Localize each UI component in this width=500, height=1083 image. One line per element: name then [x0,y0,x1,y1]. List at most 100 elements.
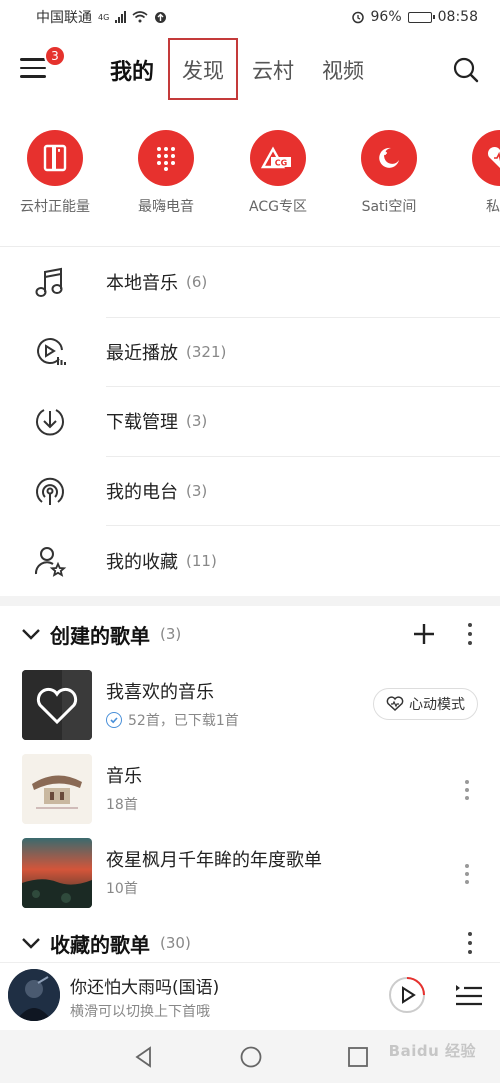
battery-percent: 96% [370,9,402,25]
playlist-row[interactable]: 音乐 18首 [0,754,500,826]
vpn-icon [155,11,167,23]
heart-mode-button[interactable]: 心动模式 [373,688,478,720]
tab-mine[interactable]: 我的 [96,34,168,106]
playlist-cover [22,670,92,740]
category-item[interactable]: 云村正能量 [5,130,105,216]
tab-cloud-village[interactable]: 云村 [238,34,308,106]
more-icon[interactable] [466,623,474,645]
play-icon[interactable] [388,976,426,1014]
category-item[interactable]: 私藏 [450,130,500,216]
top-header: 3 我的 发现 云村 视频 [0,34,500,106]
heart-mode-label: 心动模式 [409,697,465,713]
playlist-sub-text: 52首，已下载1首 [128,713,239,729]
my-item-label: 我的收藏 [106,551,178,573]
category-item[interactable]: 最嗨电音 [116,130,216,216]
album-art-icon [22,838,92,908]
moon-icon [361,130,417,186]
chevron-down-icon[interactable] [20,932,42,954]
album-art-icon [22,754,92,824]
my-item-count: (3) [186,481,208,500]
signal-icon [115,11,127,23]
my-item-label: 下载管理 [106,412,178,434]
radio-icon [36,478,64,506]
category-item[interactable]: CG ACG专区 [228,130,328,216]
playlist-sub-text: 18首 [106,797,138,813]
recents-icon[interactable] [346,1045,370,1069]
my-item-downloads[interactable]: 下载管理 (3) [0,387,500,457]
category-label: 最嗨电音 [138,199,194,215]
my-item-label: 我的电台 [106,481,178,503]
my-item-count: (11) [186,551,217,570]
more-icon[interactable] [464,864,470,884]
status-bar: 中国联通 4G 96% 08:58 [0,0,500,34]
album-art-icon [8,969,60,1021]
player-cover[interactable] [8,969,60,1021]
category-label: Sati空间 [361,199,417,215]
heart-wave-icon [472,130,500,186]
home-icon[interactable] [239,1045,263,1069]
my-item-label: 最近播放 [106,342,178,364]
my-list: 本地音乐 (6) 最近播放 (321) 下载管理 (3) 我的电台 (3) 我的收藏 (1… [0,248,500,596]
mini-player[interactable]: 你还怕大雨吗(国语) 横滑可以切换上下首哦 [0,962,500,1030]
my-item-recent[interactable]: 最近播放 (321) [0,318,500,387]
section-count: (30) [160,934,191,952]
category-label: 云村正能量 [20,199,90,215]
divider [0,246,500,247]
playlist-sub: 18首 [106,794,138,814]
tab-discover[interactable]: 发现 [168,34,239,106]
chevron-down-icon[interactable] [20,623,42,645]
section-title: 收藏的歌单 [50,932,150,957]
more-icon[interactable] [464,780,470,800]
playlist-name: 我喜欢的音乐 [106,682,214,703]
my-item-favorites[interactable]: 我的收藏 (11) [0,526,500,596]
music-note-icon [35,267,63,297]
watermark: Baidu 经验 [388,1042,476,1060]
playlist-sub-text: 10首 [106,881,138,897]
my-item-radio[interactable]: 我的电台 (3) [0,457,500,526]
status-right: 96% 08:58 [351,9,478,25]
my-item-count: (3) [186,412,208,431]
my-item-count: (6) [186,273,208,292]
acg-icon: CG [250,130,306,186]
my-item-local-music[interactable]: 本地音乐 (6) [0,248,500,318]
dots-grid-icon [138,130,194,186]
heart-icon [22,670,92,740]
playlist-name: 音乐 [106,766,142,787]
category-label: 私藏 [486,199,500,215]
download-icon [36,408,64,436]
section-title: 创建的歌单 [50,623,150,648]
category-row: 云村正能量 最嗨电音 CG ACG专区 Sati空间 私藏 [0,130,500,230]
playlist-cover [22,754,92,824]
playlist-cover [22,838,92,908]
top-tabs: 我的 发现 云村 视频 [96,34,378,106]
player-subtitle: 横滑可以切换上下首哦 [70,1004,210,1020]
menu-icon[interactable] [20,58,46,80]
clock: 08:58 [437,9,478,25]
heart-pulse-icon [386,696,404,712]
section-gap [0,596,500,606]
my-item-label: 本地音乐 [106,273,178,295]
playlist-queue-icon[interactable] [454,981,484,1009]
category-label: ACG专区 [249,199,307,215]
battery-icon [407,11,435,23]
playlist-row[interactable]: 我喜欢的音乐 52首，已下载1首 心动模式 [0,670,500,742]
section-count: (3) [160,625,182,643]
playlist-name: 夜星枫月千年眸的年度歌单 [106,850,322,871]
svg-text:CG: CG [275,159,287,168]
category-item[interactable]: Sati空间 [339,130,439,216]
back-icon[interactable] [132,1045,156,1069]
check-icon [106,712,122,728]
playlist-row[interactable]: 夜星枫月千年眸的年度歌单 10首 [0,838,500,910]
search-icon[interactable] [452,56,480,84]
recent-play-icon [37,338,66,366]
network-label: 4G [98,12,110,22]
status-left: 中国联通 4G [36,7,167,27]
created-playlists-header[interactable]: 创建的歌单 (3) [0,606,500,662]
menu-badge: 3 [44,45,66,67]
user-star-icon [34,546,67,577]
more-icon[interactable] [466,932,474,954]
carrier-label: 中国联通 [36,10,92,26]
add-icon[interactable] [412,622,436,646]
tab-video[interactable]: 视频 [308,34,378,106]
playlist-sub: 52首，已下载1首 [106,710,239,730]
